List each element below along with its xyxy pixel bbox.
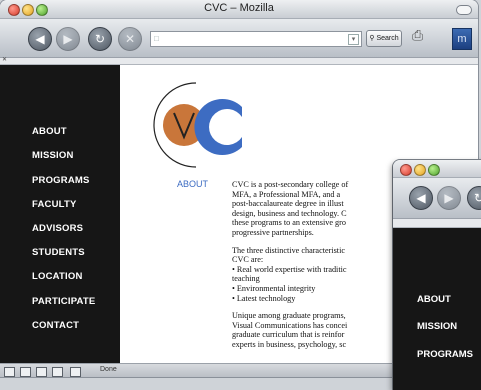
url-input[interactable]: □ ▾ <box>150 31 362 47</box>
throbber-icon: m <box>452 28 472 50</box>
second-site-nav: ABOUT MISSION PROGRAMS <box>393 228 481 390</box>
close-tab-icon[interactable]: ✕ <box>2 56 7 63</box>
url-dropdown-icon[interactable]: ▾ <box>348 34 359 45</box>
paragraph-characteristics: The three distinctive characteristic CVC… <box>232 245 347 303</box>
nav-item-participate[interactable]: PARTICIPATE <box>32 296 95 307</box>
nav-item-faculty[interactable]: FACULTY <box>32 199 77 210</box>
toolbar-toggle-button[interactable] <box>456 5 472 15</box>
nav-item-about[interactable]: ABOUT <box>32 126 67 137</box>
back-arrow-icon[interactable]: ◀ <box>28 27 52 51</box>
offline-icon[interactable] <box>4 367 15 377</box>
body-text: CVC is a post-secondary college of MFA, … <box>232 180 360 358</box>
second-zoom-button[interactable] <box>428 164 440 176</box>
second-tab-strip <box>393 219 481 228</box>
window-title: CVC – Mozilla <box>204 2 274 14</box>
composer-icon[interactable] <box>36 367 47 377</box>
second-toolbar: ◀ ▶ ↻ <box>393 178 481 219</box>
section-label: ABOUT <box>177 179 209 189</box>
reload-icon[interactable]: ↻ <box>88 27 112 51</box>
second-close-button[interactable] <box>400 164 412 176</box>
second-title-bar <box>393 160 481 178</box>
second-forward-arrow-icon[interactable]: ▶ <box>437 186 461 210</box>
second-nav-item-programs[interactable]: PROGRAMS <box>417 349 473 360</box>
second-back-arrow-icon[interactable]: ◀ <box>409 186 433 210</box>
search-button[interactable]: ⚲ Search <box>366 30 402 47</box>
second-nav-item-mission[interactable]: MISSION <box>417 321 457 332</box>
title-bar: CVC – Mozilla <box>0 0 478 19</box>
page-icon: □ <box>154 34 159 43</box>
second-nav-item-about[interactable]: ABOUT <box>417 294 451 305</box>
second-minimize-button[interactable] <box>414 164 426 176</box>
security-icon <box>70 367 81 377</box>
second-reload-icon[interactable]: ↻ <box>467 186 481 210</box>
print-icon[interactable]: ⎙ <box>412 27 423 44</box>
nav-item-students[interactable]: STUDENTS <box>32 247 85 258</box>
second-browser-window[interactable]: ◀ ▶ ↻ ABOUT MISSION PROGRAMS <box>393 160 481 390</box>
stop-icon[interactable]: ✕ <box>118 27 142 51</box>
forward-arrow-icon[interactable]: ▶ <box>56 27 80 51</box>
cvc-logo <box>153 82 242 168</box>
nav-item-mission[interactable]: MISSION <box>32 150 74 161</box>
navigation-toolbar: ◀ ▶ ↻ ✕ □ ▾ ⚲ Search ⎙ m <box>0 19 478 58</box>
tab-strip: ✕ <box>0 56 478 65</box>
nav-item-location[interactable]: LOCATION <box>32 271 83 282</box>
paragraph-unique: Unique among graduate programs, Visual C… <box>232 311 348 349</box>
site-nav: ABOUT MISSION PROGRAMS FACULTY ADVISORS … <box>0 65 120 363</box>
nav-item-contact[interactable]: CONTACT <box>32 320 79 331</box>
nav-item-programs[interactable]: PROGRAMS <box>32 175 90 186</box>
paragraph-intro: CVC is a post-secondary college of MFA, … <box>232 180 349 237</box>
nav-item-advisors[interactable]: ADVISORS <box>32 223 83 234</box>
mail-icon[interactable] <box>20 367 31 377</box>
status-text: Done <box>100 366 117 373</box>
addressbook-icon[interactable] <box>52 367 63 377</box>
